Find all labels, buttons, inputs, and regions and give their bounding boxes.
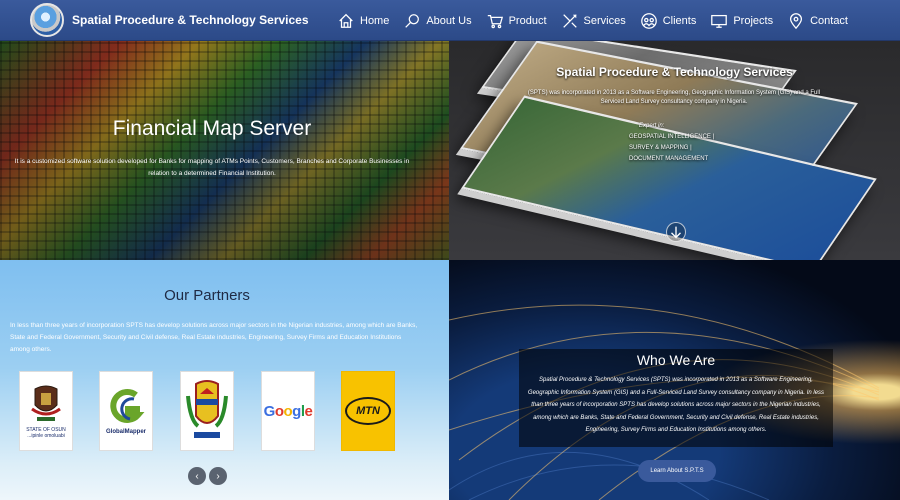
tools-icon — [562, 13, 577, 28]
nav-clients-label: Clients — [662, 14, 697, 27]
nav-services-label: Services — [583, 14, 626, 27]
chevron-left-icon: ‹ — [195, 470, 199, 482]
who-text: Spatial Procedure & Technology Services … — [527, 377, 825, 433]
globalmapper-swirl-icon — [110, 388, 145, 423]
who-we-are-box: Who We Are Spatial Procedure & Technolog… — [519, 349, 833, 447]
partner-logo-globalmapper[interactable]: GlobalMapper — [99, 371, 153, 451]
nav-contact-label: Contact — [810, 14, 848, 27]
expert-list: Expert in: GEOSPATIAL INTELLIGENCE | SUR… — [629, 121, 749, 165]
google-wordmark: Google — [263, 402, 313, 420]
learn-about-button[interactable]: Learn About S.P.T.S — [638, 460, 716, 482]
mtn-wordmark: MTN — [345, 397, 391, 425]
expert-item: DOCUMENT MANAGEMENT — [629, 156, 709, 162]
arrow-down-icon — [671, 226, 681, 239]
nav-about-us-label: About Us — [426, 14, 472, 27]
cart-icon — [487, 14, 503, 28]
scroll-down-button[interactable] — [666, 222, 686, 242]
spts-title: Spatial Procedure & Technology Services — [556, 65, 793, 79]
partners-text: In less than three years of incorporatio… — [10, 322, 418, 353]
clients-icon — [640, 12, 657, 29]
who-we-are-panel: Who We Are Spatial Procedure & Technolog… — [449, 260, 900, 500]
expert-item: SURVEY & MAPPING | — [629, 145, 692, 151]
nav-home[interactable]: Home — [337, 12, 389, 30]
nav-product[interactable]: Product — [486, 12, 547, 30]
nav-projects-label: Projects — [733, 14, 774, 27]
globalmapper-name: GlobalMapper — [105, 429, 146, 435]
partners-title: Our Partners — [164, 287, 250, 304]
osun-crest-icon — [31, 385, 61, 421]
partner-logo-google[interactable]: Google — [261, 371, 315, 451]
spts-intro-text: (SPTS) was incorporated in 2013 as a Sof… — [527, 90, 821, 105]
nav-contact[interactable]: Contact — [787, 12, 848, 30]
nav-product-label: Product — [508, 14, 547, 27]
nav-home-label: Home — [360, 14, 390, 27]
partner-logo-mtn[interactable]: MTN — [341, 371, 395, 451]
brand-name[interactable]: Spatial Procedure & Technology Services — [72, 13, 309, 27]
financial-text: It is a customized software solution dev… — [14, 158, 410, 177]
location-pin-icon — [790, 12, 803, 29]
financial-map-server-panel: Financial Map Server It is a customized … — [0, 41, 449, 260]
lagos-crest-icon — [186, 380, 228, 438]
carousel-prev-button[interactable]: ‹ — [188, 467, 206, 485]
spts-logo[interactable] — [30, 3, 64, 37]
chevron-right-icon: › — [216, 470, 220, 482]
carousel-next-button[interactable]: › — [209, 467, 227, 485]
partners-panel: Our Partners In less than three years of… — [0, 260, 449, 500]
expert-heading: Expert in: — [639, 123, 665, 129]
nav-services[interactable]: Services — [561, 12, 626, 30]
magnifier-icon — [405, 13, 420, 28]
partner-logo-lagos[interactable] — [180, 371, 234, 451]
nav-clients[interactable]: Clients — [640, 12, 697, 30]
spts-intro-panel: Spatial Procedure & Technology Services … — [449, 41, 900, 260]
who-title: Who We Are — [636, 352, 716, 368]
expert-item: GEOSPATIAL INTELLIGENCE | — [629, 134, 715, 140]
main-nav: Home About Us Product Services Clients P… — [323, 0, 848, 41]
monitor-icon — [711, 14, 728, 28]
nav-about-us[interactable]: About Us — [403, 12, 472, 30]
nav-projects[interactable]: Projects — [710, 12, 773, 30]
home-icon — [339, 13, 353, 28]
osun-motto: ...ipinle omoluabi — [27, 433, 65, 439]
financial-title: Financial Map Server — [112, 117, 312, 140]
partner-logo-osun[interactable]: STATE OF OSUN ...ipinle omoluabi — [19, 371, 73, 451]
top-navbar: Spatial Procedure & Technology Services … — [0, 0, 900, 41]
